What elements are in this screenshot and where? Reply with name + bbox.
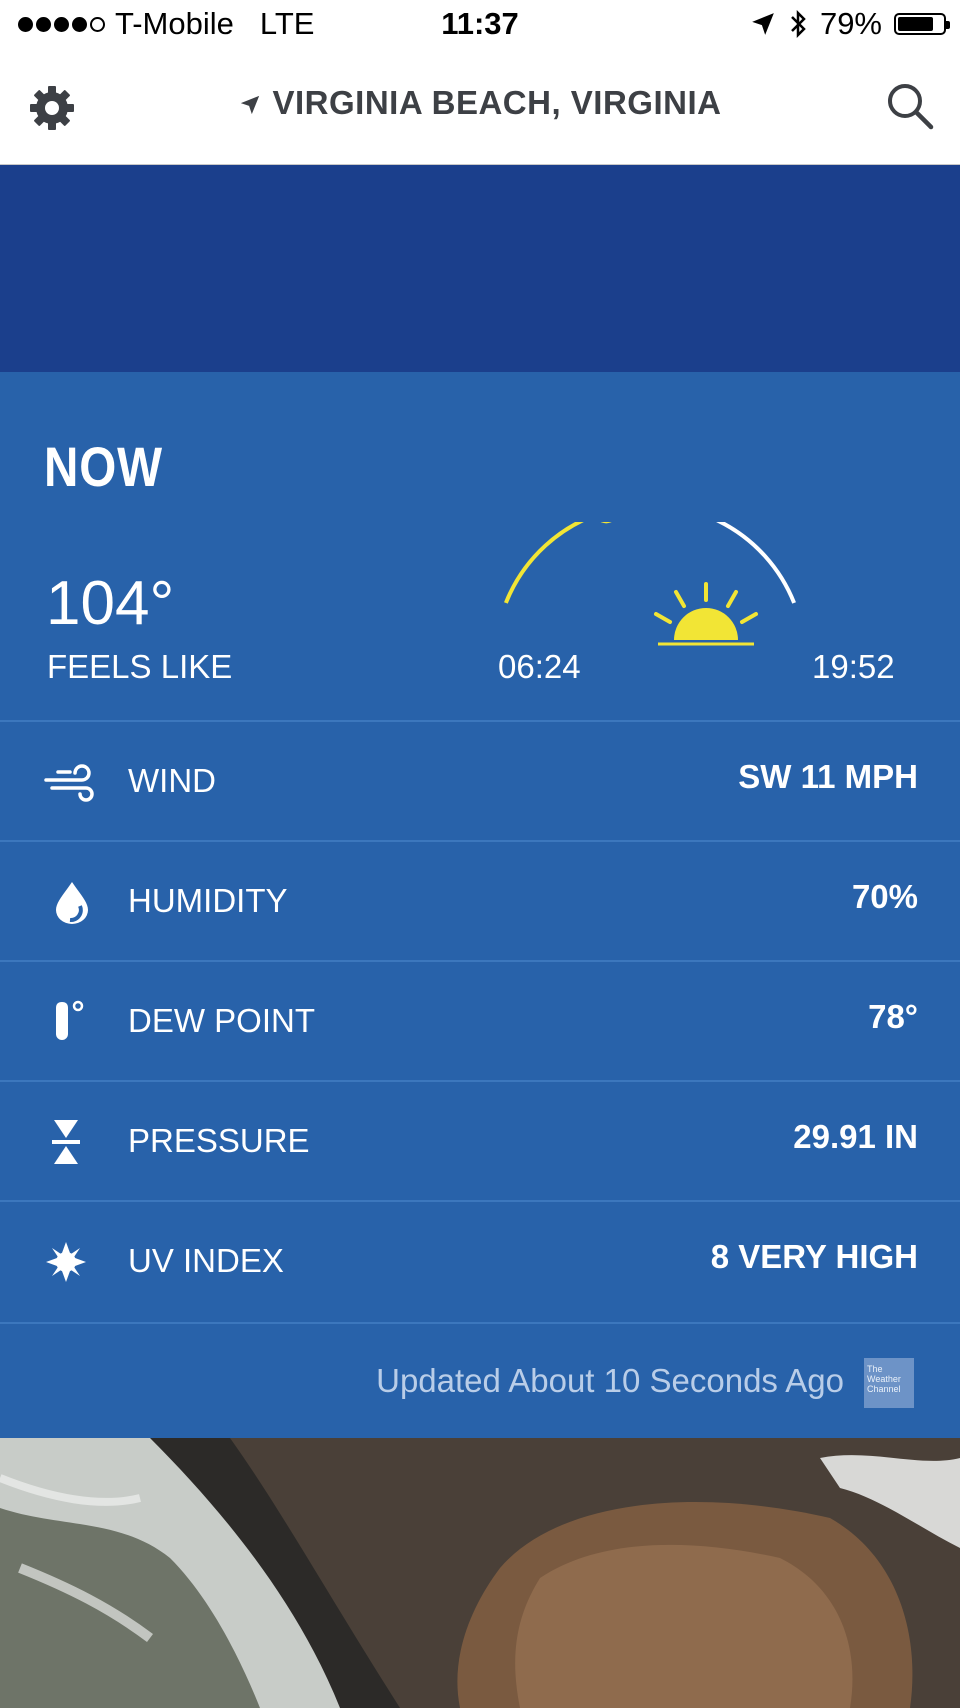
signal-dots-icon bbox=[18, 16, 105, 32]
now-panel: NOW 104° FEELS LIKE 06:24 19:52 WIND SW … bbox=[0, 372, 960, 1438]
uv-sun-icon bbox=[46, 1242, 86, 1282]
battery-icon bbox=[894, 13, 950, 35]
condition-label: HUMIDITY bbox=[128, 882, 288, 919]
feels-like-label: FEELS LIKE bbox=[47, 648, 233, 685]
weather-channel-logo[interactable]: The Weather Channel bbox=[864, 1358, 914, 1408]
news-photo[interactable] bbox=[0, 1438, 960, 1708]
search-icon[interactable] bbox=[884, 80, 936, 132]
condition-value: 78° bbox=[868, 998, 918, 1035]
condition-label: PRESSURE bbox=[128, 1122, 310, 1159]
sun-arc-elapsed bbox=[504, 522, 585, 604]
status-right: 79% bbox=[750, 6, 950, 42]
updated-text: Updated About 10 Seconds Ago bbox=[376, 1362, 844, 1399]
wind-icon bbox=[44, 764, 94, 802]
condition-row-pressure[interactable]: PRESSURE 29.91 IN bbox=[0, 1080, 960, 1202]
condition-row-uv-index[interactable]: UV INDEX 8 VERY HIGH bbox=[0, 1200, 960, 1322]
droplet-icon bbox=[56, 882, 88, 924]
condition-value: 70% bbox=[851, 878, 918, 915]
condition-label: WIND bbox=[128, 762, 216, 799]
status-left: T-Mobile LTE bbox=[18, 6, 314, 42]
sun-position-dot bbox=[600, 522, 612, 524]
location-title[interactable]: VIRGINIA BEACH, VIRGINIA bbox=[0, 84, 960, 122]
location-arrow-icon bbox=[240, 96, 259, 115]
battery-percent: 79% bbox=[819, 6, 882, 41]
sun-arc-chart bbox=[504, 522, 796, 646]
sun-arc-remaining bbox=[715, 522, 796, 604]
condition-row-humidity[interactable]: HUMIDITY 70% bbox=[0, 840, 960, 962]
condition-value: SW 11 MPH bbox=[738, 758, 918, 795]
photo-image bbox=[0, 1438, 960, 1708]
location-arrow-icon bbox=[752, 13, 774, 35]
sunrise-time: 06:24 bbox=[498, 648, 581, 685]
status-bar: T-Mobile LTE 11:37 79% bbox=[0, 0, 960, 54]
update-footer: Updated About 10 Seconds Ago The Weather… bbox=[0, 1322, 960, 1440]
sun-icon bbox=[654, 582, 758, 646]
bluetooth-icon bbox=[791, 9, 806, 39]
now-title: NOW bbox=[44, 435, 163, 498]
sunset-time: 19:52 bbox=[812, 648, 895, 685]
condition-value: 8 VERY HIGH bbox=[710, 1238, 918, 1275]
ad-banner[interactable] bbox=[0, 165, 960, 372]
condition-label: DEW POINT bbox=[128, 1002, 315, 1039]
feels-like-temperature: 104° bbox=[46, 569, 175, 638]
condition-row-wind[interactable]: WIND SW 11 MPH bbox=[0, 720, 960, 842]
pressure-icon bbox=[52, 1120, 80, 1164]
carrier-name: T-Mobile bbox=[115, 6, 234, 41]
thermometer-icon bbox=[56, 1000, 84, 1040]
condition-row-dew-point[interactable]: DEW POINT 78° bbox=[0, 960, 960, 1082]
location-name: VIRGINIA BEACH, VIRGINIA bbox=[272, 84, 722, 121]
condition-label: UV INDEX bbox=[128, 1242, 284, 1279]
network-type: LTE bbox=[259, 6, 315, 41]
nav-bar: VIRGINIA BEACH, VIRGINIA bbox=[0, 54, 960, 165]
condition-value: 29.91 IN bbox=[793, 1118, 918, 1155]
